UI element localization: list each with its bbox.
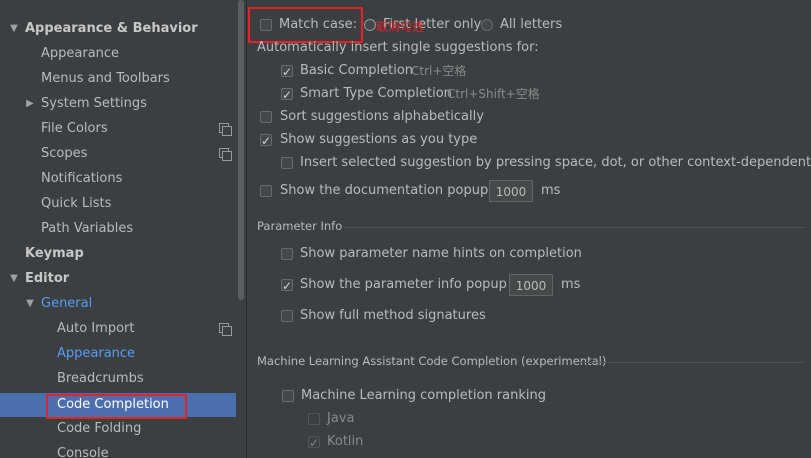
- ml-java-checkbox[interactable]: [308, 413, 320, 425]
- tree-item-general-appearance[interactable]: Appearance: [0, 342, 236, 366]
- ml-ranking-label: Machine Learning completion ranking: [301, 388, 546, 403]
- tree-item-breadcrumbs[interactable]: Breadcrumbs: [0, 367, 236, 391]
- chevron-down-icon: ▼: [26, 298, 34, 309]
- tree-item-appearance-behavior[interactable]: ▼ Appearance & Behavior: [0, 17, 236, 41]
- annotation-text: 取消勾选: [376, 20, 425, 34]
- all-letters-radio[interactable]: [481, 19, 493, 31]
- chevron-down-icon: ▼: [10, 273, 18, 284]
- chevron-right-icon: ▶: [26, 98, 34, 109]
- tree-item-code-folding[interactable]: Code Folding: [0, 417, 236, 441]
- basic-completion-label: Basic Completion: [300, 63, 414, 78]
- all-letters-label: All letters: [500, 17, 563, 32]
- name-hints-checkbox[interactable]: [281, 248, 293, 260]
- search-icon: ⌕: [12, 0, 24, 7]
- tree-item-label: Notifications: [41, 171, 123, 186]
- doc-popup-delay-input[interactable]: 1000: [489, 180, 533, 202]
- tree-item-label: Appearance: [57, 346, 136, 361]
- tree-item-label: System Settings: [41, 96, 147, 111]
- info-popup-delay-input[interactable]: 1000: [509, 274, 553, 296]
- smart-completion-shortcut: Ctrl+Shift+空格: [447, 87, 540, 101]
- ml-section-title: Machine Learning Assistant Code Completi…: [257, 354, 607, 368]
- doc-popup-unit: ms: [541, 183, 561, 198]
- auto-insert-header: Automatically insert single suggestions …: [257, 40, 539, 55]
- tree-item-appearance[interactable]: Appearance: [0, 42, 236, 66]
- tree-item-system-settings[interactable]: ▶ System Settings: [0, 92, 236, 116]
- sort-alpha-label: Sort suggestions alphabetically: [280, 109, 484, 124]
- settings-tree: ⌕ ▼ Appearance & Behavior Appearance Men…: [0, 0, 246, 458]
- chevron-down-icon: ▼: [10, 23, 18, 34]
- tree-item-path-variables[interactable]: Path Variables: [0, 217, 236, 241]
- full-signatures-label: Show full method signatures: [300, 308, 486, 323]
- tree-item-label: File Colors: [41, 121, 108, 136]
- annotation-highlight-box: [46, 394, 187, 419]
- copy-icon: [219, 323, 232, 336]
- ml-java-label: Java: [327, 411, 355, 426]
- tree-item-console[interactable]: Console: [0, 442, 236, 458]
- tree-item-label: Editor: [25, 271, 70, 286]
- info-popup-unit: ms: [561, 277, 581, 292]
- tree-search-row[interactable]: ⌕: [0, 0, 236, 7]
- doc-popup-checkbox[interactable]: [260, 185, 272, 197]
- annotation-highlight-box: [248, 7, 363, 43]
- basic-completion-shortcut: Ctrl+空格: [411, 64, 467, 78]
- show-as-you-type-checkbox[interactable]: [260, 132, 272, 150]
- info-popup-label: Show the parameter info popup in: [300, 277, 523, 292]
- tree-item-general[interactable]: ▼ General: [0, 292, 236, 316]
- info-popup-checkbox[interactable]: [281, 277, 293, 295]
- smart-completion-label: Smart Type Completion: [300, 86, 452, 101]
- tree-item-label: Quick Lists: [41, 196, 112, 211]
- code-completion-settings: Match case: First letter only All letter…: [247, 0, 811, 458]
- doc-popup-label: Show the documentation popup in: [280, 183, 505, 198]
- first-letter-radio[interactable]: [364, 19, 376, 31]
- name-hints-label: Show parameter name hints on completion: [300, 246, 582, 261]
- insert-selected-checkbox[interactable]: [281, 157, 293, 169]
- full-signatures-checkbox[interactable]: [281, 310, 293, 322]
- tree-item-keymap[interactable]: Keymap: [0, 242, 236, 266]
- smart-completion-checkbox[interactable]: [281, 86, 293, 104]
- tree-item-label: Appearance & Behavior: [25, 21, 198, 36]
- tree-item-label: Menus and Toolbars: [41, 71, 170, 86]
- tree-item-label: Auto Import: [57, 321, 135, 336]
- tree-item-label: Appearance: [41, 46, 120, 61]
- sort-alpha-checkbox[interactable]: [260, 111, 272, 123]
- ml-kotlin-checkbox[interactable]: [308, 434, 320, 452]
- insert-selected-label: Insert selected suggestion by pressing s…: [300, 155, 811, 170]
- show-as-you-type-label: Show suggestions as you type: [280, 132, 478, 147]
- tree-item-label: Breadcrumbs: [57, 371, 144, 386]
- section-divider: [580, 362, 804, 363]
- copy-icon: [219, 123, 232, 136]
- sidebar-scroll-thumb[interactable]: [238, 0, 244, 300]
- tree-item-label: Scopes: [41, 146, 88, 161]
- tree-item-quick-lists[interactable]: Quick Lists: [0, 192, 236, 216]
- section-divider: [344, 227, 804, 228]
- tree-item-notifications[interactable]: Notifications: [0, 167, 236, 191]
- tree-item-label: Console: [57, 446, 109, 458]
- tree-item-menus-toolbars[interactable]: Menus and Toolbars: [0, 67, 236, 91]
- ml-kotlin-label: Kotlin: [327, 434, 364, 449]
- ml-ranking-checkbox[interactable]: [282, 390, 294, 402]
- tree-item-label: Keymap: [25, 246, 84, 261]
- tree-item-file-colors[interactable]: File Colors: [0, 117, 236, 141]
- copy-icon: [219, 148, 232, 161]
- parameter-info-title: Parameter Info: [257, 219, 343, 233]
- tree-item-label: General: [41, 296, 93, 311]
- basic-completion-checkbox[interactable]: [281, 63, 293, 81]
- tree-item-scopes[interactable]: Scopes: [0, 142, 236, 166]
- tree-item-label: Code Folding: [57, 421, 142, 436]
- tree-item-editor[interactable]: ▼ Editor: [0, 267, 236, 291]
- tree-item-label: Path Variables: [41, 221, 134, 236]
- tree-item-auto-import[interactable]: Auto Import: [0, 317, 236, 341]
